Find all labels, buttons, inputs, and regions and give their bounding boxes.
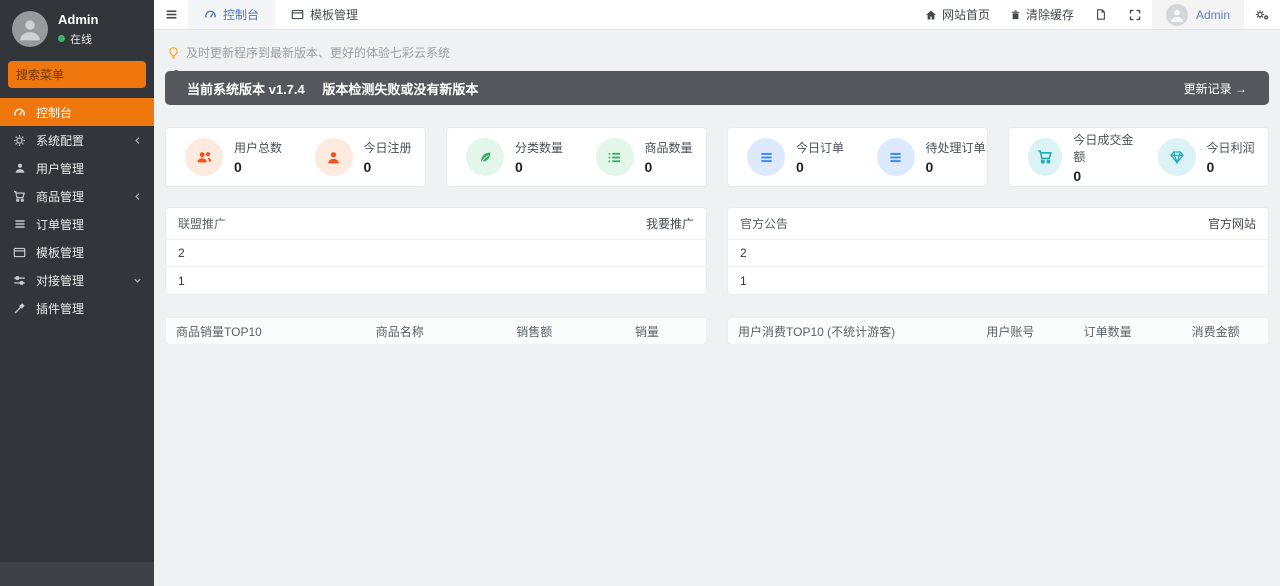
navbar-user-menu[interactable]: Admin — [1151, 0, 1244, 29]
gear-icon — [12, 134, 27, 147]
sidebar-item-user-management[interactable]: 用户管理 — [0, 154, 154, 182]
list-icon — [595, 138, 634, 176]
online-dot-icon — [58, 35, 65, 42]
panel-announcements: 官方公告 官方网站 2 1 — [727, 207, 1269, 295]
hamburger-icon[interactable] — [154, 0, 188, 29]
column-header: 消费金额 — [1191, 324, 1240, 339]
list-item[interactable]: 2 — [728, 240, 1268, 267]
sidebar-menu: 控制台 系统配置 用户管理 商品管理 订单管理 模板管理 对接管理 插件管理 — [0, 98, 154, 562]
stat-category-count: 分类数量 0 — [447, 138, 577, 176]
column-header: 订单数量 — [1083, 324, 1132, 339]
site-home-link[interactable]: 网站首页 — [915, 0, 1000, 29]
tables-row: 商品销量TOP10 商品名称 销售额 销量 用户消费TOP10 (不统计游客) … — [165, 317, 1269, 345]
leaf-icon — [466, 138, 504, 176]
bars-icon — [747, 138, 785, 176]
panel-title: 联盟推广 — [178, 217, 227, 231]
navbar-right: 网站首页 清除缓存 Admin — [915, 0, 1280, 29]
panels-row: 联盟推广 我要推广 2 1 官方公告 官方网站 2 1 — [165, 207, 1269, 295]
list-item[interactable]: 1 — [166, 267, 706, 294]
clear-cache-link[interactable]: 清除缓存 — [1000, 0, 1084, 29]
navbar-user-name: Admin — [1195, 7, 1230, 22]
cart-icon — [12, 190, 27, 203]
stat-today-orders: 今日订单 0 — [728, 138, 858, 176]
stat-card-catalog: 分类数量 0 商品数量 0 — [446, 127, 707, 187]
chevron-down-icon — [133, 276, 142, 285]
stat-card-orders: 今日订单 0 待处理订单 0 — [727, 127, 988, 187]
version-text: 当前系统版本 v1.7.4 — [187, 81, 305, 97]
sidebar-footer — [0, 562, 154, 586]
column-header: 销量 — [634, 324, 659, 339]
tab-template-management[interactable]: 模板管理 — [275, 0, 374, 29]
content: 及时更新程序到最新版本、更好的体验七彩云系统 当前系统版本 v1.7.4 版本检… — [154, 30, 1280, 586]
window-icon — [12, 246, 27, 259]
window-icon — [291, 8, 304, 21]
sidebar-user-panel: Admin 在线 — [0, 0, 154, 57]
version-status: 版本检测失败或没有新版本 — [322, 81, 479, 97]
promote-link[interactable]: 我要推广 — [646, 215, 694, 232]
gears-icon[interactable] — [1244, 0, 1280, 29]
bulb-icon — [167, 46, 180, 60]
list-item[interactable]: 1 — [728, 267, 1268, 294]
sidebar-item-integration-management[interactable]: 对接管理 — [0, 266, 154, 294]
table-title: 商品销量TOP10 — [176, 324, 262, 339]
tab-dashboard[interactable]: 控制台 — [188, 0, 276, 29]
sliders-icon — [12, 274, 27, 287]
list-item[interactable]: 2 — [166, 240, 706, 267]
panel-title: 官方公告 — [740, 217, 789, 231]
column-header: 商品名称 — [375, 324, 424, 339]
sidebar-item-template-management[interactable]: 模板管理 — [0, 238, 154, 266]
user-icon — [12, 162, 27, 174]
sidebar-item-order-management[interactable]: 订单管理 — [0, 210, 154, 238]
home-icon — [925, 9, 937, 21]
user-status: 在线 — [58, 31, 98, 47]
sidebar-item-dashboard[interactable]: 控制台 — [0, 98, 154, 126]
official-site-link[interactable]: 官方网站 — [1208, 215, 1256, 232]
table-top-products: 商品销量TOP10 商品名称 销售额 销量 — [165, 317, 707, 345]
stat-pending-orders: 待处理订单 0 — [858, 138, 988, 176]
panel-affiliate: 联盟推广 我要推广 2 1 — [165, 207, 707, 295]
bars-icon — [876, 138, 915, 176]
trash-icon — [1010, 9, 1021, 21]
table-title: 用户消费TOP10 (不统计游客) — [738, 324, 896, 339]
version-banner: 当前系统版本 v1.7.4 版本检测失败或没有新版本 更新记录 → — [165, 71, 1269, 105]
expand-icon[interactable] — [1118, 0, 1152, 29]
diamond-icon — [1157, 138, 1196, 176]
users-icon — [185, 138, 223, 176]
main-area: 控制台 模板管理 网站首页 清除缓存 Admin 及时更新程序到最新版本、更好的… — [154, 0, 1280, 586]
tab-bar: 控制台 模板管理 — [188, 0, 374, 29]
search-input[interactable] — [16, 67, 171, 82]
dashboard-icon — [204, 8, 217, 21]
avatar — [12, 11, 48, 47]
user-icon — [314, 138, 353, 176]
dashboard-icon — [12, 106, 27, 119]
stat-card-revenue: 今日成交金额 0 今日利润 0 — [1008, 127, 1269, 187]
cart-icon — [1028, 138, 1063, 176]
user-name: Admin — [58, 11, 99, 27]
column-header: 用户账号 — [986, 324, 1035, 339]
column-header: 销售额 — [516, 324, 553, 339]
sidebar-item-system-config[interactable]: 系统配置 — [0, 126, 154, 154]
file-icon[interactable] — [1084, 0, 1118, 29]
update-tip: 及时更新程序到最新版本、更好的体验七彩云系统 — [167, 44, 1269, 61]
sidebar-item-product-management[interactable]: 商品管理 — [0, 182, 154, 210]
stat-today-revenue: 今日成交金额 0 — [1009, 131, 1139, 184]
stat-total-users: 用户总数 0 — [166, 138, 296, 176]
plugin-icon — [12, 302, 27, 315]
sidebar-search — [8, 61, 183, 88]
stat-today-registered: 今日注册 0 — [296, 138, 426, 176]
update-log-link[interactable]: 更新记录 → — [1184, 80, 1247, 97]
stat-today-profit: 今日利润 0 — [1139, 138, 1269, 176]
chevron-left-icon — [133, 192, 142, 201]
stats-row: 用户总数 0 今日注册 0 分类数量 0 商品数量 0 今日订单 0 待处理订单… — [165, 127, 1269, 187]
sidebar: Admin 在线 控制台 系统配置 — [0, 0, 183, 586]
table-top-users: 用户消费TOP10 (不统计游客) 用户账号 订单数量 消费金额 — [727, 317, 1269, 345]
list-icon — [12, 218, 27, 230]
stat-product-count: 商品数量 0 — [577, 138, 707, 176]
chevron-left-icon — [133, 136, 142, 145]
avatar — [1165, 3, 1188, 26]
stat-card-users: 用户总数 0 今日注册 0 — [165, 127, 426, 187]
top-navbar: 控制台 模板管理 网站首页 清除缓存 Admin — [154, 0, 1280, 30]
sidebar-item-plugin-management[interactable]: 插件管理 — [0, 294, 154, 322]
